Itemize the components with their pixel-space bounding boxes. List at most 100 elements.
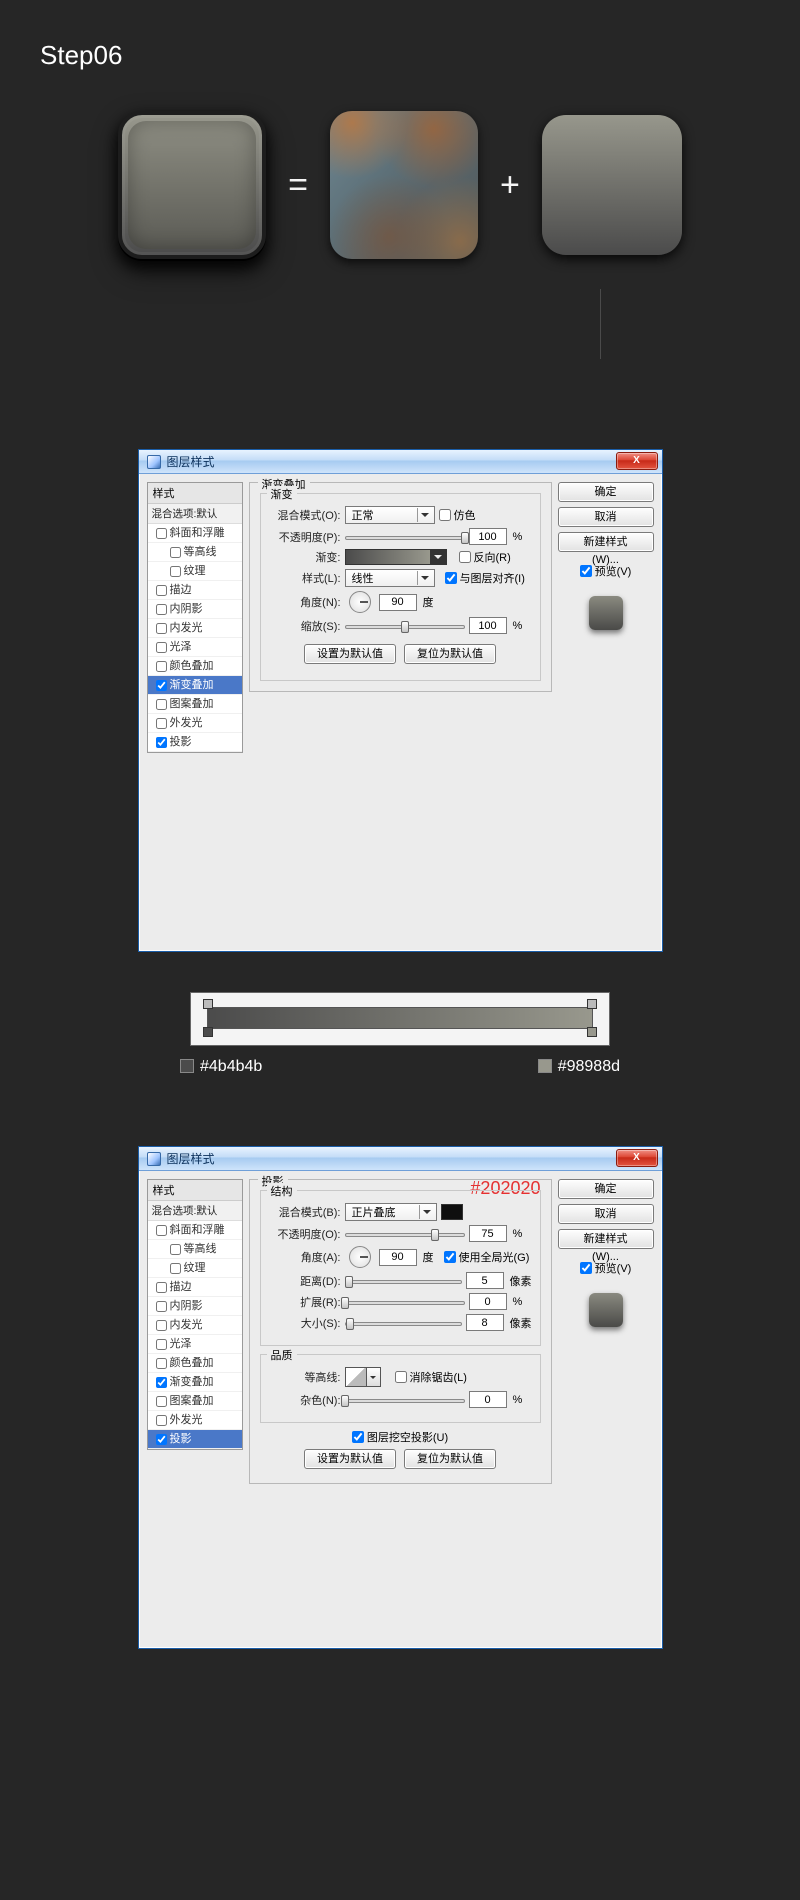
noise-slider[interactable] — [345, 1393, 465, 1407]
opacity-input[interactable] — [469, 1225, 507, 1242]
style-checkbox[interactable] — [156, 1320, 167, 1331]
style-item[interactable]: 内发光 — [148, 1316, 242, 1335]
style-item[interactable]: 颜色叠加 — [148, 1354, 242, 1373]
style-item[interactable]: 等高线 — [148, 1240, 242, 1259]
style-item[interactable]: 内阴影 — [148, 1297, 242, 1316]
distance-input[interactable] — [466, 1272, 504, 1289]
style-checkbox[interactable] — [170, 1263, 181, 1274]
style-checkbox[interactable] — [156, 1415, 167, 1426]
global-light-checkbox[interactable]: 使用全局光(G) — [444, 1249, 530, 1265]
style-item[interactable]: 投影 — [148, 733, 242, 752]
blendmode-select[interactable]: 正常 — [345, 506, 435, 524]
style-item[interactable]: 图案叠加 — [148, 1392, 242, 1411]
styles-header[interactable]: 样式 — [148, 1180, 242, 1201]
style-item[interactable]: 图案叠加 — [148, 695, 242, 714]
style-item[interactable]: 光泽 — [148, 1335, 242, 1354]
opacity-slider[interactable] — [345, 530, 465, 544]
style-item[interactable]: 斜面和浮雕 — [148, 1221, 242, 1240]
style-item[interactable]: 纹理 — [148, 562, 242, 581]
style-item[interactable]: 斜面和浮雕 — [148, 524, 242, 543]
align-checkbox[interactable]: 与图层对齐(I) — [445, 570, 525, 586]
noise-input[interactable] — [469, 1391, 507, 1408]
style-checkbox[interactable] — [156, 1282, 167, 1293]
shadow-color-swatch[interactable] — [441, 1204, 463, 1220]
gradient-style-select[interactable]: 线性 — [345, 569, 435, 587]
style-checkbox[interactable] — [156, 699, 167, 710]
style-item[interactable]: 内发光 — [148, 619, 242, 638]
color-stop-left[interactable] — [203, 1027, 213, 1037]
gradient-bar[interactable] — [207, 1007, 593, 1029]
style-checkbox[interactable] — [156, 1358, 167, 1369]
titlebar[interactable]: 图层样式 X — [139, 1147, 662, 1171]
style-item[interactable]: 渐变叠加 — [148, 676, 242, 695]
style-item[interactable]: 外发光 — [148, 1411, 242, 1430]
style-checkbox[interactable] — [156, 1434, 167, 1445]
set-default-button[interactable]: 设置为默认值 — [304, 1449, 396, 1469]
style-checkbox[interactable] — [170, 1244, 181, 1255]
opacity-stop-right[interactable] — [587, 999, 597, 1009]
new-style-button[interactable]: 新建样式(W)... — [558, 1229, 654, 1249]
preview-checkbox[interactable]: 预览(V) — [558, 563, 654, 579]
style-checkbox[interactable] — [156, 642, 167, 653]
style-checkbox[interactable] — [156, 1225, 167, 1236]
style-checkbox[interactable] — [156, 1339, 167, 1350]
reset-default-button[interactable]: 复位为默认值 — [404, 644, 496, 664]
style-checkbox[interactable] — [156, 585, 167, 596]
style-item[interactable]: 内阴影 — [148, 600, 242, 619]
style-checkbox[interactable] — [156, 661, 167, 672]
style-checkbox[interactable] — [156, 737, 167, 748]
new-style-button[interactable]: 新建样式(W)... — [558, 532, 654, 552]
scale-slider[interactable] — [345, 619, 465, 633]
contour-swatch[interactable] — [345, 1367, 367, 1387]
style-item[interactable]: 外发光 — [148, 714, 242, 733]
style-item[interactable]: 颜色叠加 — [148, 657, 242, 676]
style-checkbox[interactable] — [170, 547, 181, 558]
size-input[interactable] — [466, 1314, 504, 1331]
cancel-button[interactable]: 取消 — [558, 507, 654, 527]
ok-button[interactable]: 确定 — [558, 482, 654, 502]
angle-dial[interactable] — [349, 1246, 371, 1268]
blend-options-row[interactable]: 混合选项:默认 — [148, 1201, 242, 1221]
size-slider[interactable] — [345, 1316, 462, 1330]
angle-input[interactable] — [379, 594, 417, 611]
style-checkbox[interactable] — [156, 528, 167, 539]
ok-button[interactable]: 确定 — [558, 1179, 654, 1199]
reverse-checkbox[interactable]: 反向(R) — [459, 549, 511, 565]
opacity-slider[interactable] — [345, 1227, 465, 1241]
angle-input[interactable] — [379, 1249, 417, 1266]
style-checkbox[interactable] — [156, 1377, 167, 1388]
antialias-checkbox[interactable]: 消除锯齿(L) — [395, 1369, 467, 1385]
style-checkbox[interactable] — [156, 1396, 167, 1407]
color-stop-right[interactable] — [587, 1027, 597, 1037]
angle-dial[interactable] — [349, 591, 371, 613]
style-item[interactable]: 描边 — [148, 581, 242, 600]
gradient-dropdown[interactable] — [431, 549, 447, 565]
spread-input[interactable] — [469, 1293, 507, 1310]
titlebar[interactable]: 图层样式 X — [139, 450, 662, 474]
style-checkbox[interactable] — [170, 566, 181, 577]
close-button[interactable]: X — [616, 452, 658, 470]
reset-default-button[interactable]: 复位为默认值 — [404, 1449, 496, 1469]
spread-slider[interactable] — [345, 1295, 465, 1309]
styles-header[interactable]: 样式 — [148, 483, 242, 504]
cancel-button[interactable]: 取消 — [558, 1204, 654, 1224]
opacity-stop-left[interactable] — [203, 999, 213, 1009]
scale-input[interactable] — [469, 617, 507, 634]
style-checkbox[interactable] — [156, 718, 167, 729]
style-checkbox[interactable] — [156, 604, 167, 615]
contour-dropdown[interactable] — [367, 1367, 381, 1387]
preview-checkbox[interactable]: 预览(V) — [558, 1260, 654, 1276]
blend-options-row[interactable]: 混合选项:默认 — [148, 504, 242, 524]
style-item[interactable]: 等高线 — [148, 543, 242, 562]
blendmode-select[interactable]: 正片叠底 — [345, 1203, 437, 1221]
style-checkbox[interactable] — [156, 623, 167, 634]
dither-checkbox[interactable]: 仿色 — [439, 507, 476, 523]
style-checkbox[interactable] — [156, 1301, 167, 1312]
style-item[interactable]: 描边 — [148, 1278, 242, 1297]
style-item[interactable]: 投影 — [148, 1430, 242, 1449]
close-button[interactable]: X — [616, 1149, 658, 1167]
set-default-button[interactable]: 设置为默认值 — [304, 644, 396, 664]
opacity-input[interactable] — [469, 528, 507, 545]
style-checkbox[interactable] — [156, 680, 167, 691]
style-item[interactable]: 纹理 — [148, 1259, 242, 1278]
